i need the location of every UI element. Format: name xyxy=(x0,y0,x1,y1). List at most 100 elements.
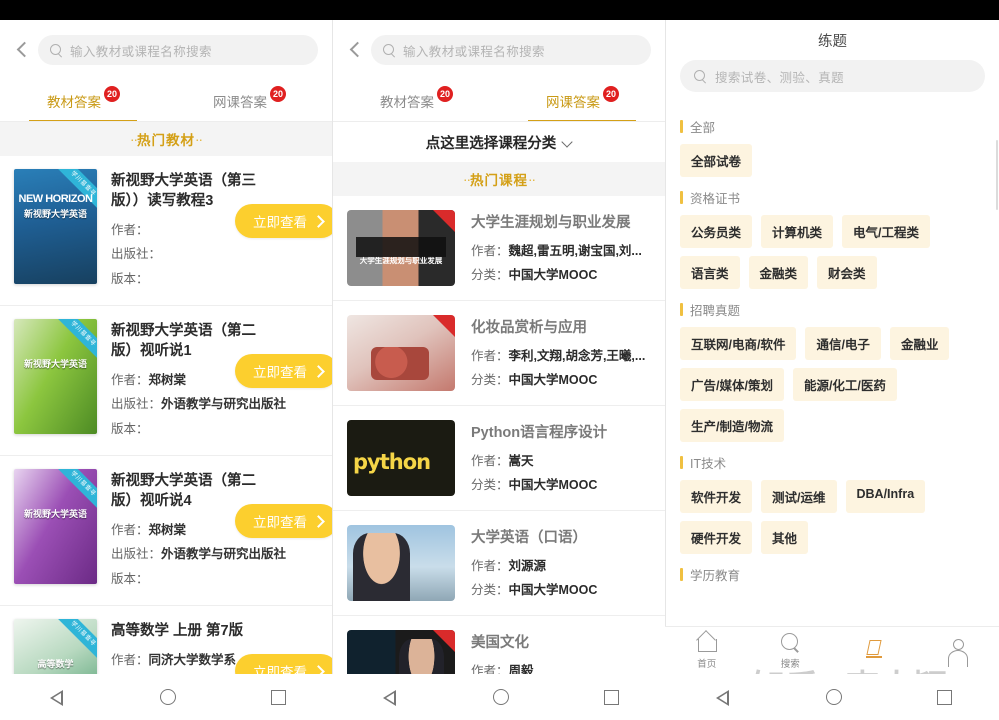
section-header: 资格证书 xyxy=(680,188,985,207)
course-search-header: 输入教材或课程名称搜索 xyxy=(333,20,665,80)
section-certificates: 资格证书 公务员类 计算机类 电气/工程类 语言类 金融类 财会类 xyxy=(680,188,985,289)
book-edition-row: 版本： xyxy=(111,267,322,291)
search-icon xyxy=(383,43,396,57)
tab-online-course-answers[interactable]: 网课答案 20 xyxy=(166,80,332,122)
practice-search-input[interactable]: 搜索试卷、测验、真题 xyxy=(680,60,985,92)
band-dots-right: ·· xyxy=(195,131,203,147)
tabs-divider xyxy=(333,121,665,122)
chip-software-development[interactable]: 软件开发 xyxy=(680,480,753,513)
course-category-selector[interactable]: 点这里选择课程分类 xyxy=(333,122,665,162)
course-author-row: 作者：魏超,雷五明,谢宝国,刘... xyxy=(471,239,653,263)
list-item[interactable]: 学川易查寻 新视野大学英语 新视野大学英语（第二版）视听说1 作者：郑树棠 出版… xyxy=(0,306,332,456)
chip-civil-service[interactable]: 公务员类 xyxy=(680,215,753,248)
search-input[interactable]: 输入教材或课程名称搜索 xyxy=(38,35,318,65)
list-item[interactable]: 学川易查寻 新视野大学英语 新视野大学英语（第二版）视听说4 作者：郑树棠 出版… xyxy=(0,456,332,606)
chip-language[interactable]: 语言类 xyxy=(680,256,740,289)
chip-telecom-electronics[interactable]: 通信/电子 xyxy=(805,327,881,360)
publisher-label: 出版社： xyxy=(111,547,162,562)
panel-textbook-answers: 输入教材或课程名称搜索 教材答案 20 网课答案 20 ·· 热门教材 ·· 学… xyxy=(0,20,332,720)
sysnav-group-right xyxy=(666,674,999,720)
home-circle-icon[interactable] xyxy=(825,689,842,705)
view-now-button[interactable]: 立即查看 xyxy=(235,204,332,238)
nav-item-profile[interactable] xyxy=(922,638,992,667)
chip-advertising-media-planning[interactable]: 广告/媒体/策划 xyxy=(680,368,784,401)
section-header: IT技术 xyxy=(680,453,985,472)
chip-testing-ops[interactable]: 测试/运维 xyxy=(761,480,837,513)
author-label: 作者： xyxy=(471,349,509,363)
tab-textbook-answers[interactable]: 教材答案 20 xyxy=(333,80,499,122)
section-accent-bar xyxy=(680,303,683,316)
chip-other[interactable]: 其他 xyxy=(761,521,809,554)
list-item[interactable]: Python语言程序设计 作者：嵩天 分类：中国大学MOOC xyxy=(333,406,665,511)
category-label: 分类： xyxy=(471,583,509,598)
user-icon xyxy=(946,638,969,667)
book-publisher-row: 出版社：外语教学与研究出版社 xyxy=(111,392,322,416)
book-cover: 学川易查寻 新视野大学英语 xyxy=(14,319,97,434)
list-item[interactable]: 大学英语（口语） 作者：刘源源 分类：中国大学MOOC xyxy=(333,511,665,616)
back-triangle-icon[interactable] xyxy=(381,689,398,706)
chip-accounting[interactable]: 财会类 xyxy=(817,256,877,289)
textbook-search-header: 输入教材或课程名称搜索 xyxy=(0,20,332,80)
recents-square-icon[interactable] xyxy=(603,689,619,705)
course-author-row: 作者：李利,文翔,胡念芳,王曦,... xyxy=(471,344,653,368)
chip-electrical-engineering[interactable]: 电气/工程类 xyxy=(842,215,931,248)
book-publisher-row: 出版社： xyxy=(111,242,322,266)
chip-energy-chemical-pharma[interactable]: 能源/化工/医药 xyxy=(792,368,897,401)
chip-dba-infra[interactable]: DBA/Infra xyxy=(845,480,926,513)
list-item[interactable]: 大学生涯规划与职业发展 大学生涯规划与职业发展 作者：魏超,雷五明,谢宝国,刘.… xyxy=(333,196,665,301)
chevron-left-icon[interactable] xyxy=(341,35,371,65)
list-item[interactable]: 化妆品赏析与应用 作者：李利,文翔,胡念芳,王曦,... 分类：中国大学MOOC xyxy=(333,301,665,406)
author-value: 魏超,雷五明,谢宝国,刘... xyxy=(508,244,642,258)
book-publisher-row: 出版社：外语教学与研究出版社 xyxy=(111,542,322,566)
course-category-row: 分类：中国大学MOOC xyxy=(471,263,653,287)
recents-square-icon[interactable] xyxy=(936,689,952,705)
back-triangle-icon[interactable] xyxy=(714,689,731,706)
course-thumbnail xyxy=(347,315,455,391)
nav-item-practice[interactable] xyxy=(839,638,909,663)
chip-finance[interactable]: 金融类 xyxy=(748,256,809,289)
list-item[interactable]: 学川易查寻 NEW HORIZON 新视野大学英语 新视野大学英语（第三版））读… xyxy=(0,156,332,306)
tab-textbook-answers[interactable]: 教材答案 20 xyxy=(0,80,166,122)
sysnav-group-left xyxy=(0,674,333,720)
section-accent-bar xyxy=(680,456,683,469)
view-now-label: 立即查看 xyxy=(253,515,307,530)
author-value: 嵩天 xyxy=(508,454,534,468)
author-label: 作者： xyxy=(111,223,149,237)
recents-square-icon[interactable] xyxy=(270,689,286,705)
chip-group: 全部试卷 xyxy=(680,144,985,177)
back-triangle-icon[interactable] xyxy=(48,689,65,706)
nav-label: 搜索 xyxy=(780,659,800,670)
home-icon xyxy=(696,631,718,653)
course-thumbnail: 大学生涯规划与职业发展 xyxy=(347,210,455,286)
chip-all-papers[interactable]: 全部试卷 xyxy=(680,144,753,177)
chip-hardware-development[interactable]: 硬件开发 xyxy=(680,521,753,554)
scrollbar[interactable] xyxy=(996,140,998,210)
textbook-tabs: 教材答案 20 网课答案 20 xyxy=(0,80,332,122)
publisher-value: 外语教学与研究出版社 xyxy=(161,547,287,562)
tab-label: 网课答案 xyxy=(212,95,267,110)
edition-label: 版本： xyxy=(111,271,149,286)
view-now-button[interactable]: 立即查看 xyxy=(235,354,332,388)
nav-item-home[interactable]: 首页 xyxy=(672,631,742,670)
view-now-button[interactable]: 立即查看 xyxy=(235,504,332,538)
tabs-divider xyxy=(0,121,332,122)
home-circle-icon[interactable] xyxy=(492,689,509,705)
chip-computer[interactable]: 计算机类 xyxy=(761,215,834,248)
home-circle-icon[interactable] xyxy=(159,689,176,705)
section-accent-bar xyxy=(680,191,683,204)
chip-manufacturing-logistics[interactable]: 生产/制造/物流 xyxy=(680,409,784,442)
category-label: 分类： xyxy=(471,268,509,283)
chip-internet-ecommerce-software[interactable]: 互联网/电商/软件 xyxy=(680,327,797,360)
tab-online-course-answers[interactable]: 网课答案 20 xyxy=(499,80,665,122)
course-tabs: 教材答案 20 网课答案 20 xyxy=(333,80,665,122)
nav-item-search[interactable]: 搜索 xyxy=(755,631,825,670)
chevron-left-icon[interactable] xyxy=(8,35,38,65)
edition-label: 版本： xyxy=(111,571,149,586)
chip-group: 公务员类 计算机类 电气/工程类 语言类 金融类 财会类 xyxy=(680,215,985,289)
chip-finance-industry[interactable]: 金融业 xyxy=(889,327,950,360)
category-value: 中国大学MOOC xyxy=(508,478,598,493)
search-input[interactable]: 输入教材或课程名称搜索 xyxy=(371,35,651,65)
cover-ribbon: 学川易查寻 xyxy=(55,319,97,362)
course-info: 大学生涯规划与职业发展 作者：魏超,雷五明,谢宝国,刘... 分类：中国大学MO… xyxy=(471,210,653,288)
book-cover: 学川易查寻 NEW HORIZON 新视野大学英语 xyxy=(14,169,97,284)
